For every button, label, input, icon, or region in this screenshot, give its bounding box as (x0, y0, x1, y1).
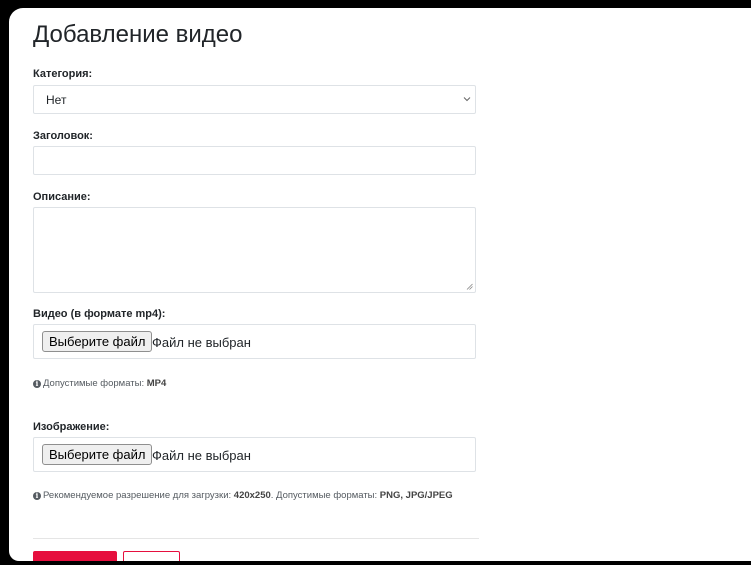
video-file-input[interactable]: Выберите файл Файл не выбран (33, 324, 476, 359)
cancel-button[interactable] (123, 551, 180, 561)
title-input[interactable] (33, 146, 476, 175)
submit-button[interactable] (33, 551, 117, 561)
page-title: Добавление видео (33, 21, 243, 48)
video-format-hint: i Допустимые форматы: MP4 (33, 377, 479, 390)
resize-handle-icon[interactable] (466, 283, 473, 290)
info-icon: i (33, 380, 41, 388)
description-label: Описание: (33, 191, 91, 203)
category-select[interactable]: Нет (33, 85, 476, 114)
category-label: Категория: (33, 68, 93, 80)
device-frame: Добавление видео Категория: Нет Заголово… (0, 0, 751, 565)
category-selected-value: Нет (46, 93, 67, 107)
info-icon: i (33, 492, 41, 500)
video-label: Видео (в формате mp4): (33, 308, 166, 320)
image-choose-file-button[interactable]: Выберите файл (42, 444, 153, 465)
image-file-status: Файл не выбран (152, 448, 251, 463)
image-file-input[interactable]: Выберите файл Файл не выбран (33, 437, 476, 472)
form-divider (33, 538, 479, 539)
video-choose-file-button[interactable]: Выберите файл (42, 331, 153, 352)
description-textarea[interactable] (33, 207, 476, 293)
video-file-status: Файл не выбран (152, 335, 251, 350)
image-format-hint: i Рекомендуемое разрешение для загрузки: … (33, 489, 453, 502)
chevron-down-icon (463, 97, 471, 102)
image-label: Изображение: (33, 421, 110, 433)
page-panel: Добавление видео Категория: Нет Заголово… (9, 8, 751, 561)
title-label: Заголовок: (33, 130, 93, 142)
